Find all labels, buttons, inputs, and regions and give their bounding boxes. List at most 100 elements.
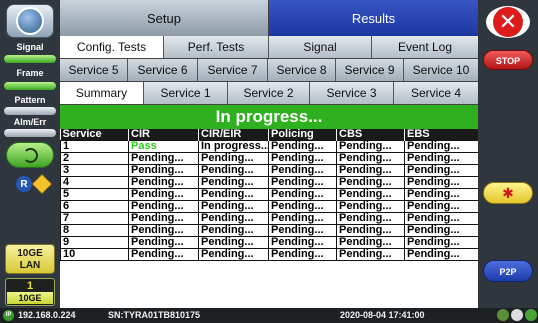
table-cell: Pending... bbox=[268, 164, 337, 178]
table-cell: Pending... bbox=[198, 248, 269, 262]
tab-service-7[interactable]: Service 7 bbox=[198, 59, 268, 81]
table-cell: Pending... bbox=[128, 236, 199, 250]
table-cell: In progress... bbox=[198, 140, 269, 154]
alm-err-label: Alm/Err bbox=[13, 117, 47, 127]
tab-service-1[interactable]: Service 1 bbox=[144, 82, 228, 104]
table-cell: Pending... bbox=[268, 224, 337, 238]
table-cell: 10 bbox=[60, 248, 129, 262]
tab-service-2[interactable]: Service 2 bbox=[228, 82, 310, 104]
stop-button[interactable]: STOP bbox=[483, 50, 533, 70]
tools-icon[interactable] bbox=[497, 309, 509, 321]
tab-signal[interactable]: Signal bbox=[269, 36, 372, 58]
tab-service-6[interactable]: Service 6 bbox=[128, 59, 198, 81]
table-row: 10 Pending... Pending... Pending... Pending.… bbox=[60, 248, 479, 262]
network-icon[interactable] bbox=[32, 174, 52, 194]
table-cell: Pending... bbox=[336, 200, 405, 214]
column-header: Policing bbox=[268, 129, 337, 141]
laser-icon: ✱ bbox=[502, 184, 514, 201]
table-cell: 8 bbox=[60, 224, 129, 238]
column-header: CIR bbox=[128, 129, 199, 141]
slot-label: 10GE bbox=[7, 292, 53, 304]
table-cell: Pass bbox=[128, 140, 199, 154]
table-cell: 6 bbox=[60, 200, 129, 214]
laser-button[interactable]: ✱ bbox=[483, 182, 533, 204]
table-cell: Pending... bbox=[404, 224, 479, 238]
table-cell: 9 bbox=[60, 236, 129, 250]
port-line-1: 10GE bbox=[17, 248, 43, 259]
tab-config-tests[interactable]: Config. Tests bbox=[60, 36, 164, 58]
table-cell: Pending... bbox=[404, 152, 479, 166]
tab-service-8[interactable]: Service 8 bbox=[268, 59, 336, 81]
tab-service-5[interactable]: Service 5 bbox=[60, 59, 128, 81]
remote-r-icon[interactable]: R bbox=[16, 176, 32, 192]
bottom-status-bar: IP 192.168.0.224 SN:TYRA01TB810175 2020-… bbox=[0, 308, 538, 323]
serial-number: SN:TYRA01TB810175 bbox=[108, 310, 201, 320]
table-cell: Pending... bbox=[404, 212, 479, 226]
table-cell: Pending... bbox=[336, 212, 405, 226]
pattern-indicator[interactable] bbox=[4, 107, 56, 115]
p2p-button[interactable]: P2P bbox=[483, 260, 533, 282]
alm-err-indicator[interactable] bbox=[4, 129, 56, 137]
table-cell: Pending... bbox=[268, 188, 337, 202]
table-cell: Pending... bbox=[404, 248, 479, 262]
table-cell: Pending... bbox=[404, 140, 479, 154]
table-row: 8 Pending... Pending... Pending... Pending..… bbox=[60, 224, 479, 238]
table-cell: Pending... bbox=[404, 200, 479, 214]
main-panel: Setup Results Config. Tests Perf. Tests … bbox=[60, 0, 479, 308]
date-time: 2020-08-04 17:41:00 bbox=[340, 310, 425, 320]
table-cell: 7 bbox=[60, 212, 129, 226]
table-cell: Pending... bbox=[128, 188, 199, 202]
table-cell: Pending... bbox=[198, 224, 269, 238]
service-tabs-row: Service 5 Service 6 Service 7 Service 8 … bbox=[60, 59, 478, 82]
results-sub-tabs: Config. Tests Perf. Tests Signal Event L… bbox=[60, 36, 478, 59]
right-sidebar: ✕ STOP ✱ P2P bbox=[478, 0, 538, 308]
table-cell: Pending... bbox=[336, 176, 405, 190]
network-status-icon[interactable] bbox=[525, 309, 537, 321]
table-cell: 5 bbox=[60, 188, 129, 202]
column-header: CIR/EIR bbox=[198, 129, 269, 141]
table-cell: Pending... bbox=[404, 188, 479, 202]
port-10ge-lan-button[interactable]: 10GE LAN bbox=[5, 244, 55, 274]
table-cell: Pending... bbox=[128, 176, 199, 190]
table-cell: Pending... bbox=[404, 164, 479, 178]
table-cell: Pending... bbox=[336, 152, 405, 166]
table-row: 7 Pending... Pending... Pending... Pending..… bbox=[60, 212, 479, 226]
table-cell: 2 bbox=[60, 152, 129, 166]
tab-setup[interactable]: Setup bbox=[60, 0, 269, 36]
slot-selector[interactable]: 1 10GE bbox=[5, 278, 55, 306]
refresh-button[interactable] bbox=[6, 142, 54, 168]
table-cell: Pending... bbox=[336, 140, 405, 154]
table-row: 3 Pending... Pending... Pending... Pending..… bbox=[60, 164, 479, 178]
close-button[interactable]: ✕ bbox=[486, 6, 530, 38]
ip-icon: IP bbox=[3, 310, 14, 321]
settings-icon[interactable] bbox=[511, 309, 523, 321]
tab-service-9[interactable]: Service 9 bbox=[336, 59, 404, 81]
table-cell: Pending... bbox=[268, 176, 337, 190]
table-cell: 4 bbox=[60, 176, 129, 190]
tab-summary[interactable]: Summary bbox=[60, 82, 144, 104]
table-cell: Pending... bbox=[268, 212, 337, 226]
port-line-2: LAN bbox=[19, 260, 41, 271]
table-cell: Pending... bbox=[198, 200, 269, 214]
table-cell: Pending... bbox=[268, 152, 337, 166]
table-row: 5 Pending... Pending... Pending... Pending..… bbox=[60, 188, 479, 202]
table-cell: Pending... bbox=[198, 164, 269, 178]
table-row: 6 Pending... Pending... Pending... Pending..… bbox=[60, 200, 479, 214]
tab-event-log[interactable]: Event Log bbox=[372, 36, 478, 58]
tab-service-3[interactable]: Service 3 bbox=[310, 82, 394, 104]
table-cell: Pending... bbox=[198, 236, 269, 250]
table-cell: Pending... bbox=[268, 200, 337, 214]
tab-service-10[interactable]: Service 10 bbox=[404, 59, 478, 81]
frame-indicator[interactable] bbox=[4, 82, 56, 90]
table-cell: Pending... bbox=[198, 212, 269, 226]
home-button[interactable] bbox=[6, 4, 54, 38]
column-header: EBS bbox=[404, 129, 479, 141]
table-cell: Pending... bbox=[336, 224, 405, 238]
tab-service-4[interactable]: Service 4 bbox=[394, 82, 478, 104]
tab-results[interactable]: Results bbox=[269, 0, 478, 36]
table-cell: Pending... bbox=[128, 212, 199, 226]
signal-indicator[interactable] bbox=[4, 55, 56, 63]
pattern-label: Pattern bbox=[14, 95, 46, 105]
tab-perf-tests[interactable]: Perf. Tests bbox=[164, 36, 269, 58]
status-icons bbox=[497, 309, 537, 321]
